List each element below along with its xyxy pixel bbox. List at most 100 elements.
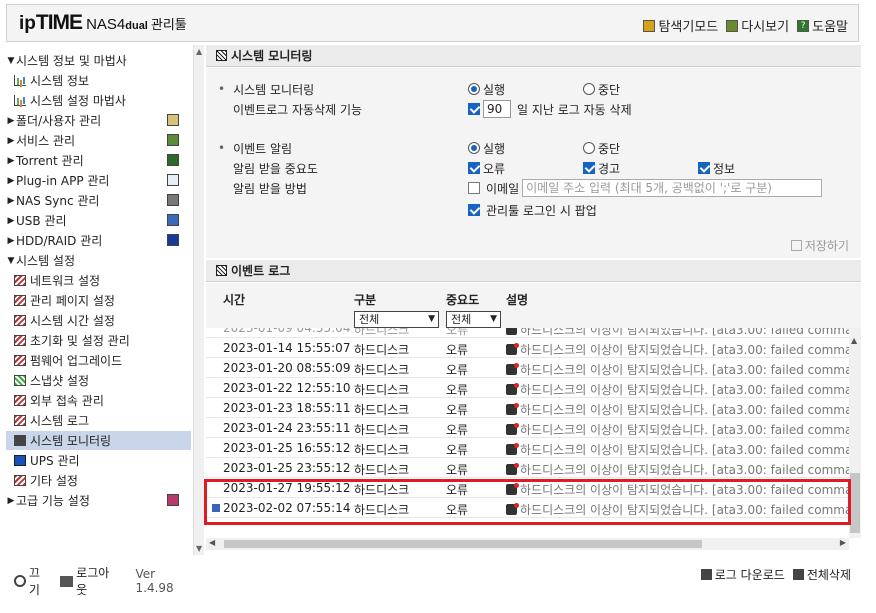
stop-label: 중단 — [598, 141, 621, 156]
logout-icon — [60, 575, 74, 587]
scroll-thumb[interactable] — [850, 473, 860, 533]
sidebar-item-remote-access[interactable]: 외부 접속 관리 — [6, 391, 191, 410]
sidebar-item-reset-config[interactable]: 초기화 및 설정 관리 — [6, 331, 191, 350]
scroll-up-icon[interactable]: ▲ — [196, 47, 202, 56]
monitoring-run-radio[interactable]: 실행 — [468, 80, 505, 98]
reload-link[interactable]: 다시보기 — [726, 16, 789, 35]
sidebar-group-system-info[interactable]: ▼ 시스템 정보 및 마법사 — [6, 51, 191, 70]
table-row[interactable]: 2023-01-20 08:55:09 하드디스크 오류 하드디스크의 이상이 … — [206, 358, 849, 378]
sidebar-item-admin-page[interactable]: 관리 페이지 설정 — [6, 291, 191, 310]
radio-off-icon[interactable] — [583, 83, 595, 95]
monitor-settings: • 시스템 모니터링 실행 중단 이벤트로그 자동삭제 기능 90 일 지난 로… — [206, 68, 861, 258]
severity-info-check[interactable]: 정보 — [698, 159, 735, 177]
help-icon: ? — [797, 19, 810, 32]
table-row[interactable]: 2023-01-25 16:55:12 하드디스크 오류 하드디스크의 이상이 … — [206, 438, 849, 458]
sidebar-item-system-info[interactable]: 시스템 정보 — [6, 71, 191, 90]
eventlog-title: 이벤트 로그 — [231, 264, 291, 278]
scroll-up-icon[interactable]: ▲ — [851, 336, 857, 345]
scroll-down-icon[interactable]: ▼ — [196, 544, 202, 553]
monitoring-stop-radio[interactable]: 중단 — [583, 80, 620, 98]
sidebar-group-folder-user[interactable]: ▶ 폴더/사용자 관리 — [6, 111, 191, 130]
delete-all-button[interactable]: 전체삭제 — [792, 566, 851, 583]
radio-on-icon[interactable] — [468, 83, 480, 95]
section-icon — [216, 50, 227, 61]
sidebar-group-system-settings[interactable]: ▼ 시스템 설정 — [6, 251, 191, 270]
hdd-alert-icon — [506, 423, 519, 435]
new-event-icon — [212, 504, 220, 512]
sidebar-group-advanced[interactable]: ▶ 고급 기능 설정 — [6, 491, 191, 510]
download-log-button[interactable]: 로그 다운로드 — [700, 566, 785, 583]
severity-filter-select[interactable]: 전체 ▼ — [446, 311, 501, 328]
table-row[interactable]: 2023-01-22 12:55:10 하드디스크 오류 하드디스크의 이상이 … — [206, 378, 849, 398]
sidebar-group-hdd-raid[interactable]: ▶ HDD/RAID 관리 — [6, 231, 191, 250]
checkbox-icon[interactable] — [583, 162, 595, 174]
autodelete-days-input[interactable]: 90 — [483, 100, 511, 118]
sidebar-item-setup-wizard[interactable]: 시스템 설정 마법사 — [6, 91, 191, 110]
sidebar-item-system-time[interactable]: 시스템 시간 설정 — [6, 311, 191, 330]
sidebar-item-firmware[interactable]: 펌웨어 업그레이드 — [6, 351, 191, 370]
logout-button[interactable]: 로그아웃 — [60, 564, 119, 598]
settings-icon — [14, 395, 26, 406]
radio-on-icon[interactable] — [468, 142, 480, 154]
sidebar-item-label: UPS 관리 — [30, 454, 80, 468]
hdd-alert-icon — [506, 403, 519, 415]
alert-run-radio[interactable]: 실행 — [468, 139, 505, 157]
sidebar-splitter[interactable]: ▲ ▼ — [193, 45, 204, 555]
scroll-right-icon[interactable]: ▶ — [840, 538, 846, 547]
sidebar-group-nas-sync[interactable]: ▶ NAS Sync 관리 — [6, 191, 191, 210]
power-off-button[interactable]: 끄기 — [14, 564, 50, 598]
monitoring-label: 시스템 모니터링 — [233, 82, 315, 97]
sidebar-item-system-monitoring[interactable]: 시스템 모니터링 — [6, 431, 191, 450]
row-message: 하드디스크의 이상이 탐지되었습니다. [ata3.00: failed com… — [506, 461, 849, 478]
table-row[interactable]: 2023-02-02 07:55:14 하드디스크 오류 하드디스크의 이상이 … — [206, 498, 849, 518]
alert-stop-radio[interactable]: 중단 — [583, 139, 620, 157]
section-icon — [216, 265, 227, 276]
app-logo: ip TIME NAS4 dual 관리툴 — [19, 11, 187, 35]
sidebar-item-system-log[interactable]: 시스템 로그 — [6, 411, 191, 430]
email-checkbox[interactable] — [468, 182, 480, 194]
table-row[interactable]: 2023-01-25 23:55:12 하드디스크 오류 하드디스크의 이상이 … — [206, 458, 849, 478]
radio-off-icon[interactable] — [583, 142, 595, 154]
eventlog-horizontal-scrollbar[interactable]: ◀ ▶ — [206, 538, 849, 550]
autodelete-checkbox[interactable] — [468, 103, 480, 115]
row-category: 하드디스크 — [354, 483, 410, 497]
table-row[interactable]: 2023-01-14 15:55:07 하드디스크 오류 하드디스크의 이상이 … — [206, 338, 849, 358]
popup-checkbox[interactable] — [468, 204, 480, 216]
sidebar-group-usb[interactable]: ▶ USB 관리 — [6, 211, 191, 230]
severity-warning-check[interactable]: 경고 — [583, 159, 620, 177]
help-link[interactable]: ? 도움말 — [797, 16, 848, 35]
save-button[interactable]: 저장하기 — [790, 237, 849, 254]
sidebar-item-misc[interactable]: 기타 설정 — [6, 471, 191, 490]
severity-error-check[interactable]: 오류 — [468, 159, 505, 177]
popup-option[interactable]: 관리툴 로그인 시 팝업 — [468, 201, 597, 219]
expand-right-icon: ▶ — [7, 155, 15, 166]
reload-icon — [726, 19, 739, 32]
table-row[interactable]: 2023-01-27 19:55:12 하드디스크 오류 하드디스크의 이상이 … — [206, 478, 849, 498]
usb-icon — [167, 214, 179, 226]
expand-right-icon: ▶ — [7, 135, 15, 146]
table-row[interactable]: 2023-01-24 23:55:11 하드디스크 오류 하드디스크의 이상이 … — [206, 418, 849, 438]
severity-info-label: 정보 — [713, 161, 736, 176]
header-links: 탐색기모드 다시보기 ? 도움말 — [643, 16, 848, 35]
scroll-left-icon[interactable]: ◀ — [209, 538, 215, 547]
sidebar-item-snapshot[interactable]: 스냅샷 설정 — [6, 371, 191, 390]
sidebar-group-plugin[interactable]: ▶ Plug-in APP 관리 — [6, 171, 191, 190]
eventlog-list[interactable]: 2023-01-09 04:55:04 하드디스크 오류 하드디스크의 이상이 … — [206, 328, 849, 538]
checkbox-icon[interactable] — [468, 162, 480, 174]
scroll-thumb[interactable] — [224, 540, 702, 548]
sidebar-item-label: 시스템 설정 — [16, 254, 76, 268]
checkbox-icon[interactable] — [698, 162, 710, 174]
email-input[interactable]: 이메일 주소 입력 (최대 5개, 공백없이 ';'로 구분) — [522, 179, 823, 197]
expand-right-icon: ▶ — [7, 175, 15, 186]
sidebar-group-torrent[interactable]: ▶ Torrent 관리 — [6, 151, 191, 170]
sidebar-group-service[interactable]: ▶ 서비스 관리 — [6, 131, 191, 150]
table-row[interactable]: 2023-01-09 04:55:04 하드디스크 오류 하드디스크의 이상이 … — [206, 328, 849, 338]
row-message: 하드디스크의 이상이 탐지되었습니다. [ata3.00: failed com… — [506, 381, 849, 398]
sidebar-item-network[interactable]: 네트워크 설정 — [6, 271, 191, 290]
email-option: 이메일 이메일 주소 입력 (최대 5개, 공백없이 ';'로 구분) — [468, 179, 823, 197]
table-row[interactable]: 2023-01-23 18:55:11 하드디스크 오류 하드디스크의 이상이 … — [206, 398, 849, 418]
category-filter-select[interactable]: 전체 ▼ — [354, 311, 439, 328]
sidebar-item-ups[interactable]: UPS 관리 — [6, 451, 191, 470]
eventlog-vertical-scrollbar[interactable]: ▲ — [849, 328, 861, 538]
explorer-mode-link[interactable]: 탐색기모드 — [643, 16, 718, 35]
